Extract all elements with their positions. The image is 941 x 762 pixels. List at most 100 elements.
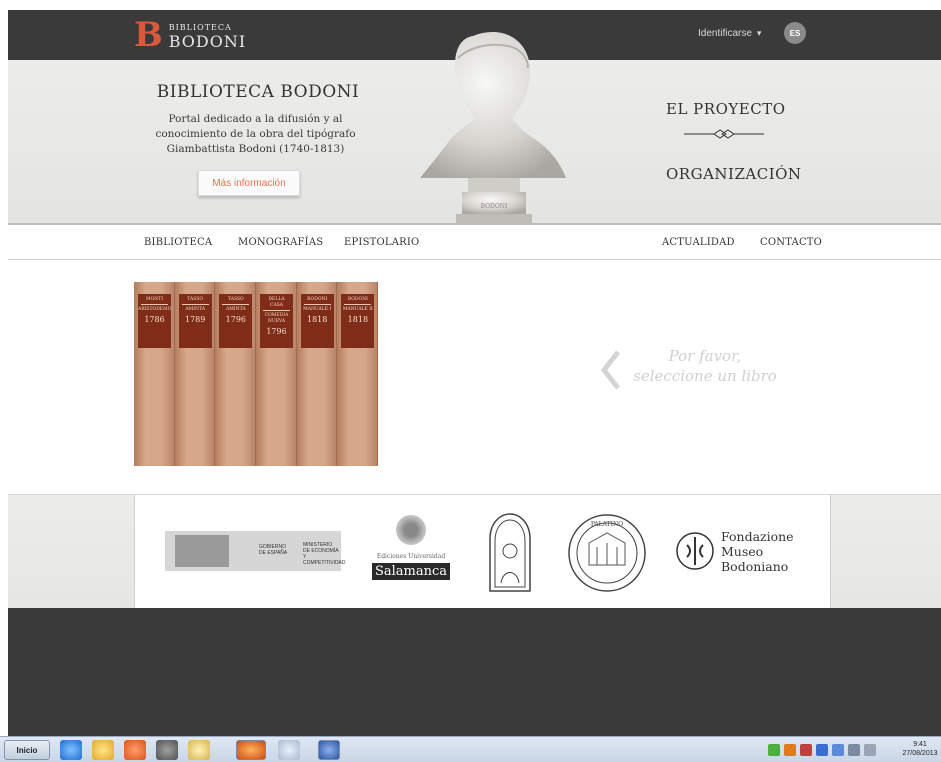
book-label: BODONI MANUALE I 1818 (300, 294, 334, 348)
bust-plinth-label: BODONI (481, 203, 508, 210)
app-icon[interactable] (156, 740, 178, 760)
tray-icon[interactable] (784, 744, 796, 756)
book-spine[interactable]: TASSO AMINTA 1796 (215, 282, 257, 466)
tray-icon[interactable] (768, 744, 780, 756)
hero-description: Portal dedicado a la difusión y al conoc… (155, 113, 356, 155)
book-spine[interactable]: BODONI MANUALE I 1818 (296, 282, 338, 466)
book-spine[interactable]: TASSO AMINTA 1789 (174, 282, 216, 466)
salamanca-small-text: Ediciones Universidad (376, 553, 446, 560)
book-author: DELLA CASA (263, 297, 291, 311)
network-icon[interactable] (278, 740, 300, 760)
organization-link[interactable]: ORGANIZACIÓN (666, 165, 802, 183)
clock-time: 9:41 (913, 741, 927, 748)
book-spine[interactable]: BODONI MANUALE II 1818 (337, 282, 379, 466)
book-year: 1796 (225, 315, 247, 324)
book-author: BODONI (344, 297, 372, 305)
book-spine[interactable]: DELLA CASA COMEDIA NUEVA 1796 (256, 282, 297, 466)
sponsors-band: GOBIERNO DE ESPAÑA MINISTERIO DE ECONOMÍ… (8, 494, 941, 609)
sponsors-panel: GOBIERNO DE ESPAÑA MINISTERIO DE ECONOMÍ… (134, 495, 831, 609)
ministry-line: Y COMPETITIVIDAD (303, 554, 346, 566)
palatine-seal-icon[interactable]: PALATINO (567, 513, 647, 593)
gov-text: GOBIERNO DE ESPAÑA (259, 544, 287, 556)
tray-icon[interactable] (848, 744, 860, 756)
start-button[interactable]: Inicio (4, 740, 50, 760)
book-title: AMINTA (226, 307, 246, 312)
hero-banner: BIBLIOTECA BODONI Portal dedicado a la d… (8, 32, 941, 225)
tray-icon[interactable] (832, 744, 844, 756)
book-author: MONTI (141, 297, 168, 305)
nav-item-actualidad[interactable]: ACTUALIDAD (662, 237, 735, 248)
chevron-down-icon: ▾ (756, 28, 762, 38)
book-title: COMEDIA NUEVA (264, 313, 289, 324)
word-icon[interactable] (318, 740, 340, 760)
nav-item-biblioteca[interactable]: BIBLIOTECA (144, 237, 212, 248)
book-title: MANUALE I (303, 307, 332, 312)
nav-item-epistolario[interactable]: EPISTOLARIO (344, 237, 419, 248)
tray-icon[interactable] (816, 744, 828, 756)
hero-title: BIBLIOTECA BODONI (156, 82, 360, 102)
book-label: TASSO AMINTA 1796 (219, 294, 253, 348)
book-title: MANUALE II (342, 307, 373, 312)
ministry-line: DE ECONOMÍA (303, 548, 339, 554)
bodoni-bust-image: BODONI (420, 32, 566, 224)
language-button[interactable]: ES (784, 22, 806, 44)
explorer-icon[interactable] (92, 740, 114, 760)
book-label: BODONI MANUALE II 1818 (341, 294, 375, 348)
login-label: Identificarse (698, 28, 752, 39)
fondazione-line: Fondazione (721, 529, 794, 544)
fondazione-logo[interactable]: Fondazione Museo Bodoniano (675, 525, 815, 581)
book-title: AMINTA (185, 307, 205, 312)
chevron-left-icon (600, 350, 620, 390)
nav-item-monografias[interactable]: MONOGRAFÍAS (238, 237, 323, 248)
ie-icon[interactable] (60, 740, 82, 760)
folder-icon[interactable] (188, 740, 210, 760)
book-year: 1818 (307, 315, 328, 324)
book-label: DELLA CASA COMEDIA NUEVA 1796 (260, 294, 294, 348)
book-year: 1786 (144, 315, 165, 324)
page-footer (8, 608, 941, 736)
book-shelf: MONTI ARISTODEMO 1786 TASSO AMINTA 1789 … (134, 282, 379, 466)
fondazione-emblem-icon (676, 532, 714, 570)
logo-text: BIBLIOTECA BODONI (168, 21, 247, 51)
more-info-button[interactable]: Más información (198, 170, 300, 196)
os-taskbar: Inicio 9:41 27/08/2013 (0, 736, 941, 762)
ministry-text: MINISTERIO DE ECONOMÍA Y COMPETITIVIDAD (303, 542, 346, 566)
system-tray: 9:41 27/08/2013 (760, 740, 941, 760)
volume-icon[interactable] (864, 744, 876, 756)
site-logo[interactable]: B BIBLIOTECA BODONI (134, 18, 246, 52)
gov-line: DE ESPAÑA (259, 550, 288, 556)
book-label: MONTI ARISTODEMO 1786 (138, 294, 171, 348)
media-player-icon[interactable] (124, 740, 146, 760)
coat-of-arms-icon (175, 535, 229, 567)
salamanca-name: Salamanca (371, 563, 451, 580)
book-author: BODONI (303, 297, 331, 305)
book-year: 1818 (347, 315, 369, 324)
book-year: 1796 (266, 327, 287, 336)
nav-item-contacto[interactable]: CONTACTO (760, 237, 822, 248)
select-book-message: Por favor, seleccione un libro (633, 347, 777, 385)
university-emblem-icon (396, 515, 426, 545)
login-dropdown[interactable]: Identificarse ▾ (698, 28, 761, 39)
system-clock[interactable]: 9:41 27/08/2013 (900, 740, 940, 758)
government-logo[interactable]: GOBIERNO DE ESPAÑA MINISTERIO DE ECONOMÍ… (165, 531, 346, 571)
logo-mark: B (134, 15, 163, 55)
fondazione-line: Bodoniano (721, 559, 789, 574)
book-title: ARISTODEMO (138, 307, 172, 312)
tray-icon[interactable] (800, 744, 812, 756)
book-author: TASSO (222, 297, 250, 305)
fondazione-line: Museo (721, 544, 764, 559)
book-spine[interactable]: MONTI ARISTODEMO 1786 (134, 282, 175, 466)
book-author: TASSO (181, 297, 209, 305)
seal-text: PALATINO (591, 521, 623, 528)
firefox-icon[interactable] (236, 740, 266, 760)
fondazione-text: Fondazione Museo Bodoniano (721, 529, 794, 574)
ornament-divider (684, 129, 764, 139)
logo-big-text: BODONI (168, 32, 247, 51)
clock-date: 27/08/2013 (902, 750, 938, 757)
main-nav: BIBLIOTECA MONOGRAFÍAS EPISTOLARIO ACTUA… (8, 227, 941, 260)
book-year: 1789 (184, 315, 206, 324)
arch-logo-icon[interactable] (485, 511, 535, 593)
project-link[interactable]: EL PROYECTO (666, 100, 786, 118)
book-label: TASSO AMINTA 1789 (178, 294, 212, 348)
salamanca-logo[interactable]: Ediciones Universidad Salamanca (371, 515, 451, 593)
